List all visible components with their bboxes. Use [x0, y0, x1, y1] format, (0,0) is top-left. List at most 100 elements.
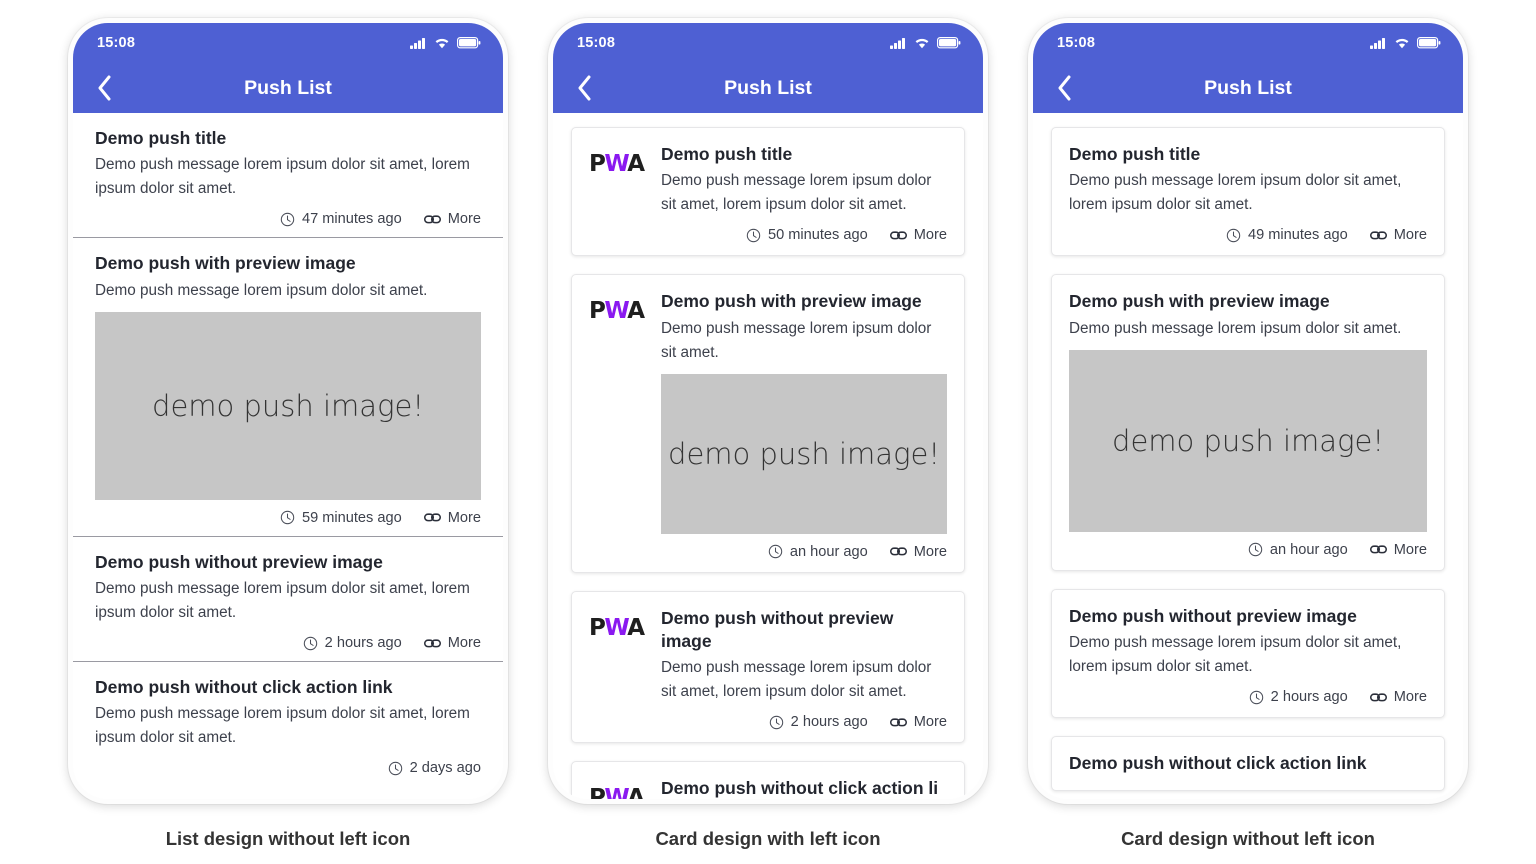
notification-title: Demo push with preview image: [1069, 291, 1330, 312]
link-icon[interactable]: [889, 230, 907, 241]
notification-timestamp: 2 hours ago: [1270, 689, 1348, 706]
pwa-logo-w: W: [604, 614, 628, 641]
notification-body: Demo push message lorem ipsum dolor sit …: [661, 319, 932, 361]
clock-icon: [746, 228, 761, 243]
pwa-logo-icon: PWA: [589, 607, 647, 731]
notification-card[interactable]: Demo push without preview image Demo push…: [1051, 588, 1445, 719]
notification-timestamp: an hour ago: [789, 543, 868, 560]
app-bar: Push List: [1033, 63, 1463, 113]
clock-icon: [280, 510, 295, 525]
notification-preview-image: demo push image!: [95, 311, 481, 500]
wifi-icon: [914, 37, 930, 49]
card-content: Demo push without preview image Demo push…: [661, 607, 947, 731]
phone-column-card-design-with-icon: 15:08 Push List PWA Demo push title Demo pus…: [544, 18, 992, 864]
pwa-logo-w: W: [604, 151, 628, 177]
notification-list-item[interactable]: Demo push with preview image Demo push me…: [73, 238, 503, 537]
more-link[interactable]: More: [448, 510, 481, 526]
wifi-icon: [1394, 37, 1410, 49]
pwa-logo-a: A: [627, 151, 645, 177]
signal-bars-icon: [410, 37, 427, 49]
more-link[interactable]: More: [914, 227, 947, 243]
status-time: 15:08: [577, 35, 616, 51]
notification-card[interactable]: PWA Demo push without click action li: [571, 761, 965, 799]
more-link[interactable]: More: [1394, 542, 1427, 558]
phone-caption: Card design without left icon: [1121, 828, 1375, 849]
preview-image-label: demo push image!: [668, 436, 940, 471]
signal-bars-icon: [890, 37, 907, 49]
pwa-logo-a: A: [627, 785, 645, 799]
notification-title: Demo push title: [661, 144, 793, 164]
pwa-logo-w: W: [604, 298, 628, 325]
pwa-logo-icon: PWA: [589, 143, 647, 243]
notification-preview-image: demo push image!: [1069, 349, 1427, 532]
notification-card[interactable]: PWA Demo push without preview image Demo p…: [571, 590, 965, 744]
more-link[interactable]: More: [448, 635, 481, 651]
notification-card[interactable]: Demo push title Demo push message lorem i…: [1051, 127, 1445, 257]
back-chevron-icon[interactable]: [577, 75, 592, 101]
notification-list-item[interactable]: Demo push without preview image Demo push…: [73, 536, 503, 663]
battery-icon: [937, 37, 961, 49]
status-bar: 15:08: [553, 23, 983, 63]
more-link[interactable]: More: [914, 714, 947, 730]
notification-body: Demo push message lorem ipsum dolor sit …: [1069, 633, 1402, 675]
notification-body: Demo push message lorem ipsum dolor sit …: [95, 579, 470, 621]
more-link[interactable]: More: [914, 544, 947, 560]
back-button[interactable]: [571, 73, 597, 103]
back-chevron-icon[interactable]: [97, 75, 112, 101]
more-link[interactable]: More: [1394, 227, 1427, 243]
phone-caption: List design without left icon: [165, 828, 411, 849]
status-bar: 15:08: [73, 23, 503, 63]
card-content: Demo push without click action li: [661, 777, 947, 799]
notification-card[interactable]: Demo push with preview image Demo push me…: [1051, 274, 1445, 571]
notification-list-item[interactable]: Demo push title Demo push message lorem i…: [73, 113, 503, 239]
notification-meta: 2 hours ago More: [95, 635, 481, 651]
notification-card[interactable]: PWA Demo push title Demo push message lore…: [571, 127, 965, 257]
notification-title: Demo push with preview image: [95, 253, 356, 274]
notification-meta: 2 days ago: [95, 760, 481, 776]
app-bar: Push List: [553, 63, 983, 113]
link-icon[interactable]: [1369, 230, 1387, 241]
battery-icon: [1417, 37, 1441, 49]
notification-list[interactable]: PWA Demo push title Demo push message lore…: [553, 113, 983, 799]
back-button[interactable]: [1051, 73, 1077, 103]
link-icon[interactable]: [889, 717, 907, 728]
notification-body: Demo push message lorem ipsum dolor sit …: [95, 705, 470, 747]
pwa-logo-w: W: [604, 785, 628, 799]
notification-card[interactable]: Demo push without click action link: [1051, 736, 1445, 792]
link-icon[interactable]: [423, 214, 441, 225]
status-time: 15:08: [97, 35, 136, 51]
notification-timestamp: 47 minutes ago: [301, 211, 402, 228]
pwa-logo-p: P: [589, 614, 606, 641]
card-content: Demo push with preview image Demo push me…: [661, 290, 947, 560]
link-icon[interactable]: [1369, 544, 1387, 555]
screenshot-root: 15:08 Push List Demo push title Demo push m…: [0, 0, 1536, 864]
notification-timestamp: an hour ago: [1269, 541, 1348, 558]
notification-list[interactable]: Demo push title Demo push message lorem i…: [1033, 113, 1463, 799]
status-bar: 15:08: [1033, 23, 1463, 63]
notification-list[interactable]: Demo push title Demo push message lorem i…: [73, 113, 503, 799]
notification-title: Demo push title: [1069, 144, 1201, 164]
signal-bars-icon: [1370, 37, 1387, 49]
notification-preview-image: demo push image!: [661, 373, 947, 534]
link-icon[interactable]: [423, 512, 441, 523]
notification-meta: 2 hours ago More: [1069, 689, 1427, 705]
back-button[interactable]: [91, 73, 117, 103]
link-icon[interactable]: [889, 546, 907, 557]
notification-list-item[interactable]: Demo push without click action link Demo …: [73, 662, 503, 787]
status-icons: [410, 37, 481, 49]
link-icon[interactable]: [423, 638, 441, 649]
clock-icon: [388, 761, 403, 776]
notification-title: Demo push title: [95, 128, 227, 148]
link-icon[interactable]: [1369, 692, 1387, 703]
phone-frame-card-design-with-icon: 15:08 Push List PWA Demo push title Demo pus…: [548, 18, 988, 804]
clock-icon: [768, 544, 783, 559]
phone-column-card-design-without-icon: 15:08 Push List Demo push title Demo push m…: [1024, 18, 1472, 864]
back-chevron-icon[interactable]: [1057, 75, 1072, 101]
more-link[interactable]: More: [1394, 689, 1427, 705]
more-link[interactable]: More: [448, 211, 481, 227]
clock-icon: [1248, 542, 1263, 557]
notification-card[interactable]: PWA Demo push with preview image Demo push…: [571, 274, 965, 573]
pwa-logo-icon: PWA: [589, 777, 647, 799]
notification-title: Demo push without click action link: [1069, 753, 1367, 774]
status-time: 15:08: [1057, 35, 1096, 51]
